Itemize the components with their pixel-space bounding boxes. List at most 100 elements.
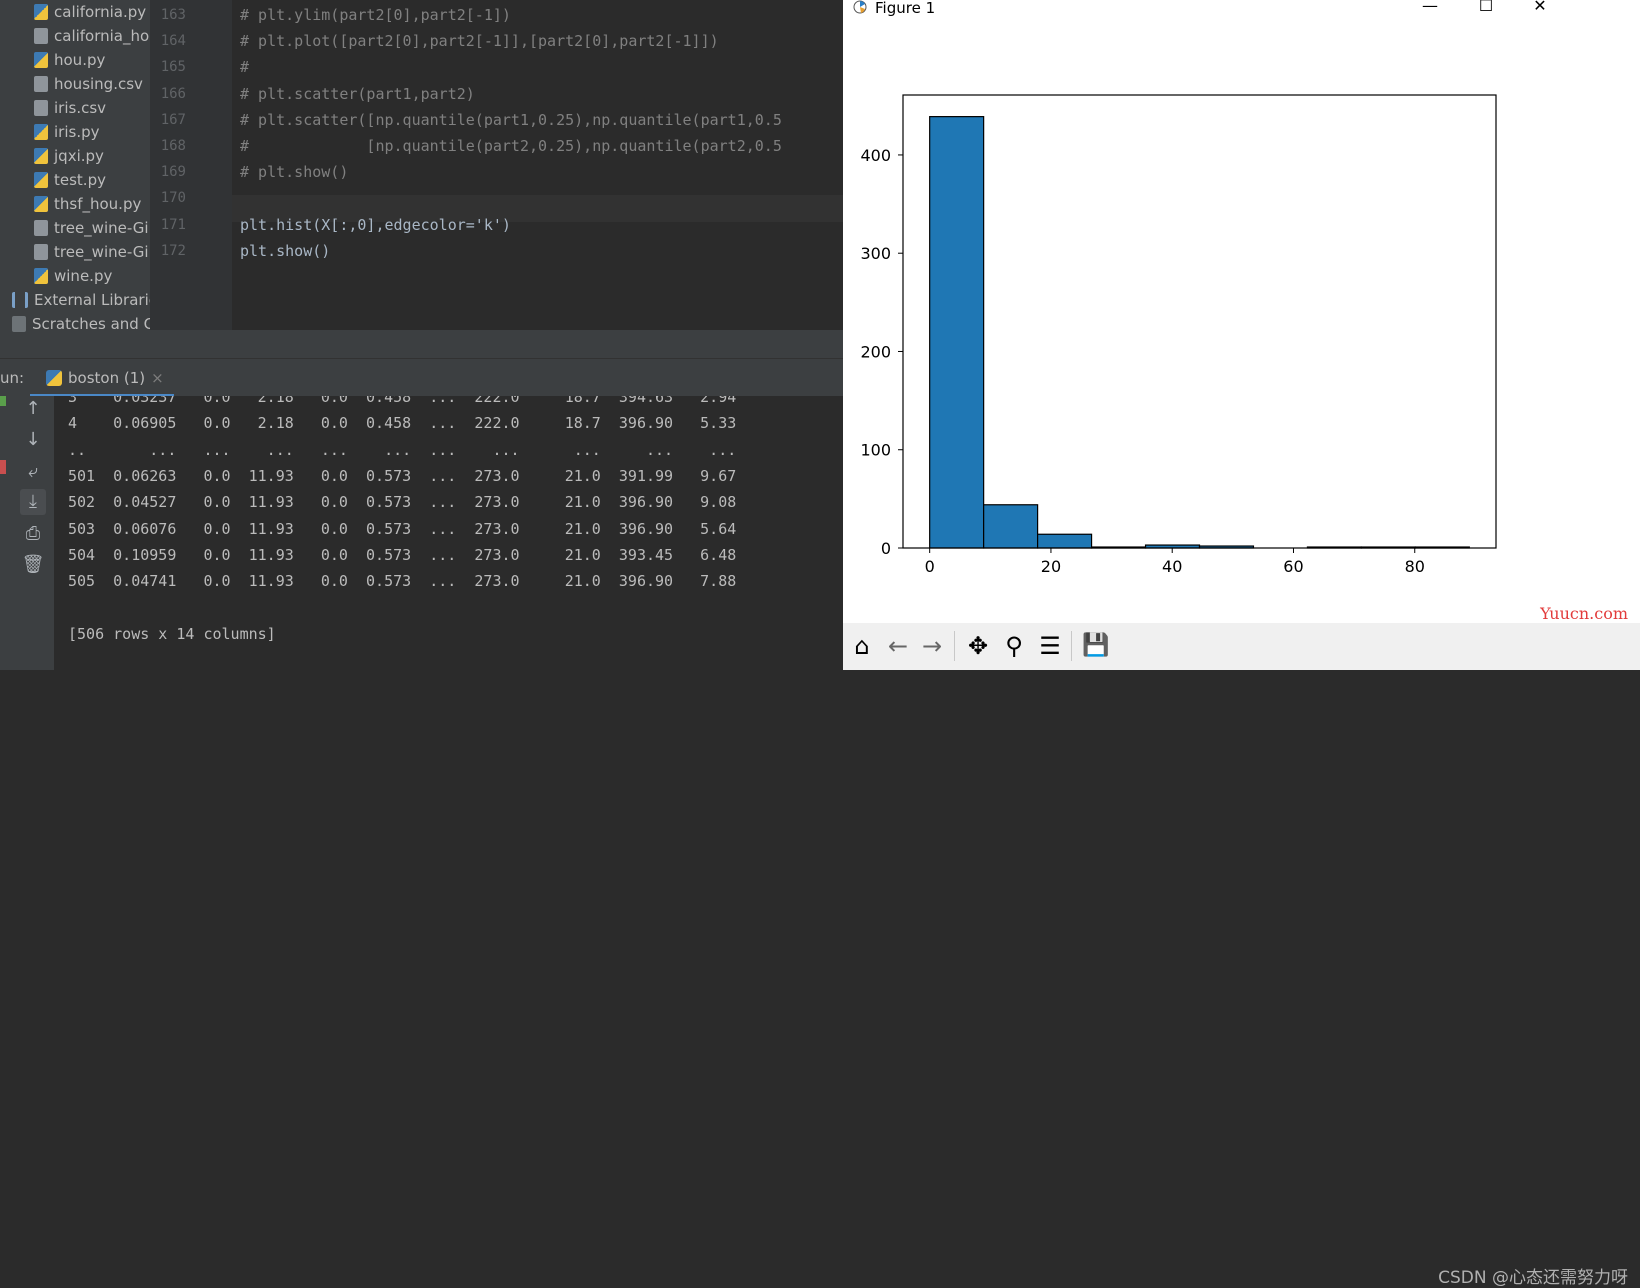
close-tab-icon[interactable]: × [151,369,164,387]
tree-item[interactable]: test.py [34,168,106,193]
stop-icon[interactable] [0,460,6,474]
tree-item[interactable]: wine.py [34,264,112,289]
tree-item-label: jqxi.py [54,147,104,165]
run-side-strip [0,396,6,670]
code-editor[interactable]: # plt.ylim(part2[0],part2[-1]) # plt.plot… [232,0,843,330]
python-file-icon [34,172,48,188]
home-icon[interactable]: ⌂ [845,629,879,663]
tree-item[interactable]: tree_wine-Gi [34,216,149,241]
toolbar-separator [954,631,955,661]
tree-item-label: thsf_hou.py [54,195,142,213]
console-output[interactable]: 3 0.03237 0.0 2.18 0.0 0.458 ... 222.0 1… [54,396,843,670]
console-line: 3 0.03237 0.0 2.18 0.0 0.458 ... 222.0 1… [68,396,737,406]
line-number: 165 [160,59,186,76]
trash-icon[interactable]: 🗑 [20,552,46,578]
console-line: 502 0.04527 0.0 11.93 0.0 0.573 ... 273.… [68,493,737,512]
line-number: 167 [160,111,186,128]
line-number: 166 [160,85,186,102]
tree-item[interactable]: External Librarie [12,288,150,313]
tree-item-label: housing.csv [54,75,143,93]
y-tick-label: 0 [881,539,891,558]
zoom-icon[interactable]: ⚲ [997,629,1031,663]
code-line: # plt.show() [240,163,349,182]
y-tick-label: 400 [860,146,891,165]
y-tick-label: 300 [860,244,891,263]
python-file-icon [34,196,48,212]
line-number: 172 [160,242,186,259]
plot-frame [902,94,1497,549]
tree-item[interactable]: thsf_hou.py [34,192,141,217]
x-tick-label: 60 [1283,557,1303,576]
tree-item-label: hou.py [54,51,106,69]
line-number: 171 [160,216,186,233]
save-icon[interactable]: 💾 [1079,629,1113,663]
x-tick-label: 80 [1405,557,1425,576]
tree-item-label: iris.py [54,123,100,141]
tree-item-label: iris.csv [54,99,107,117]
console-line: .. ... ... ... ... ... ... ... ... ... .… [68,440,737,459]
tree-item[interactable]: tree_wine-Gi [34,240,149,265]
soft-wrap-icon[interactable]: ⤶ [20,459,46,485]
back-arrow-icon[interactable]: ← [881,629,915,663]
arrow-down-icon[interactable]: ↓ [20,427,46,453]
csv-file-icon [34,100,48,116]
tree-item[interactable]: jqxi.py [34,144,104,169]
figure-toolbar: ⌂ ← → ✥ ⚲ ☰ 💾 CSDN @心态还需努力呀 [843,623,1640,1288]
print-icon[interactable]: ⎙ [20,521,46,547]
code-line: # plt.ylim(part2[0],part2[-1]) [240,6,511,24]
rerun-icon[interactable] [0,396,6,406]
x-tick-label: 20 [1041,557,1061,576]
console-line: 505 0.04741 0.0 11.93 0.0 0.573 ... 273.… [68,572,737,591]
run-label: un: [0,369,25,387]
tree-item[interactable]: iris.csv [34,96,106,121]
python-icon [46,370,62,386]
code-line: plt.show() [240,241,331,260]
csv-file-icon [34,76,48,92]
code-line: # [np.quantile(part2,0.25),np.quantile(p… [240,137,782,155]
tree-item-label: california.py [54,3,147,21]
configure-subplots-icon[interactable]: ☰ [1033,629,1067,663]
console-line: [506 rows x 14 columns] [68,624,276,643]
tree-item[interactable]: Scratches and C [12,312,150,337]
tree-item[interactable]: iris.py [34,120,99,145]
y-tick-label: 200 [860,342,891,361]
python-file-icon [34,124,48,140]
project-tree[interactable]: california.py california_ho hou.py housing.… [0,0,150,358]
unknown-file-icon [34,220,48,236]
arrow-up-icon[interactable]: ↑ [20,396,46,422]
text-file-icon [34,28,48,44]
histogram-chart: 0 20 40 60 80 0 100 200 300 400 [860,94,1497,576]
forward-arrow-icon[interactable]: → [915,629,949,663]
python-file-icon [34,268,48,284]
scroll-to-end-icon[interactable]: ⤓ [20,489,46,515]
tree-item-label: tree_wine-Gi [54,219,149,237]
histogram-bar [929,116,985,549]
code-line: # plt.plot([part2[0],part2[-1]],[part2[0… [240,32,719,51]
console-line: 504 0.10959 0.0 11.93 0.0 0.573 ... 273.… [68,545,737,564]
text-file-icon [34,244,48,260]
python-file-icon [34,148,48,164]
histogram-bar [1037,533,1093,549]
tree-item[interactable]: california.py [34,0,146,25]
line-number: 169 [160,164,186,181]
code-line: # plt.scatter(part1,part2) [240,84,475,103]
line-number: 163 [160,7,186,23]
run-tab-boston[interactable]: boston (1) × [30,359,174,397]
python-file-icon [34,52,48,68]
x-tick-label: 40 [1162,557,1182,576]
code-line: # plt.scatter([np.quantile(part1,0.25),n… [240,110,782,129]
run-toolbar: ↑ ↓ ⤶ ⤓ ⎙ 🗑 [0,396,54,670]
line-number: 168 [160,138,186,154]
tree-item-label: wine.py [54,267,113,285]
pan-icon[interactable]: ✥ [961,629,995,663]
tree-item[interactable]: california_ho [34,24,149,49]
watermark-author: CSDN @心态还需努力呀 [1438,1268,1628,1288]
code-line: plt.hist(X[:,0],edgecolor='k') [240,215,511,234]
code-line: # [240,58,250,77]
tree-item[interactable]: hou.py [34,48,105,73]
x-tick-label: 0 [925,557,935,576]
editor-horizontal-scrollbar[interactable] [150,330,843,358]
figure-window: Figure 1 — ☐ ✕ 0 20 40 60 80 0 100 200 300 400 Yu… [843,0,1640,1288]
tree-item[interactable]: housing.csv [34,72,143,97]
console-line: 501 0.06263 0.0 11.93 0.0 0.573 ... 273.… [68,466,737,485]
